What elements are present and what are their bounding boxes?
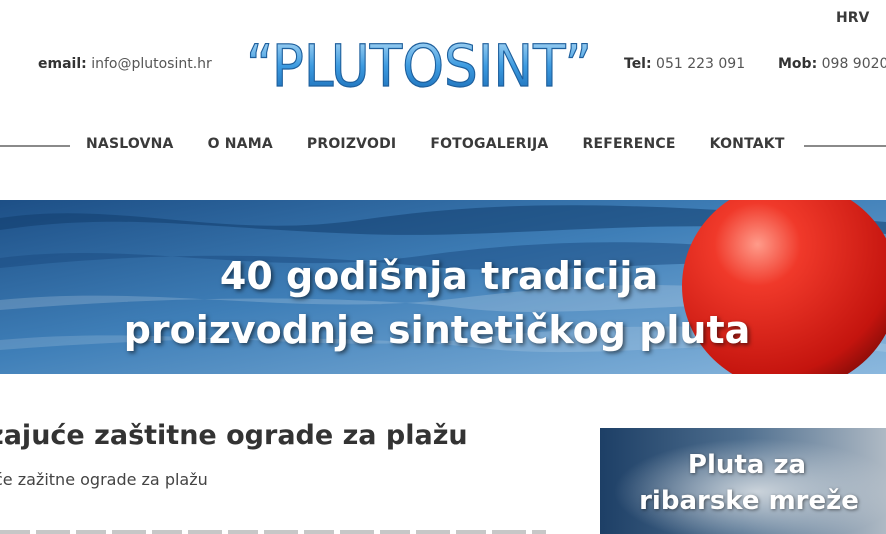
promo-card-image	[600, 428, 886, 534]
language-switch[interactable]: HRV	[836, 10, 869, 26]
nav-divider-right	[804, 145, 886, 147]
header-email[interactable]: email: info@plutosint.hr	[38, 56, 212, 72]
hero-banner: 40 godišnja tradicija proizvodnje sintet…	[0, 200, 886, 374]
article-title: zajuće zaštitne ograde za plažu	[0, 420, 468, 451]
sidebar-promo-card[interactable]: Pluta za ribarske mreže	[600, 428, 886, 534]
nav-item-o-nama[interactable]: O NAMA	[208, 136, 273, 152]
nav-item-kontakt[interactable]: KONTAKT	[710, 136, 785, 152]
nav-divider-left	[0, 145, 70, 147]
email-label: email:	[38, 56, 87, 72]
mob-label: Mob:	[778, 56, 818, 72]
mob-value[interactable]: 098 9020	[822, 56, 886, 72]
article-body-cropped	[0, 524, 546, 534]
header-phone[interactable]: Tel: 051 223 091	[624, 56, 745, 72]
article-subtitle: će zažitne ograde za plažu	[0, 470, 208, 489]
nav-item-proizvodi[interactable]: PROIZVODI	[307, 136, 396, 152]
nav-item-reference[interactable]: REFERENCE	[582, 136, 675, 152]
header-mobile[interactable]: Mob: 098 9020	[778, 56, 886, 72]
site-logo[interactable]: “PLUTOSINT”	[244, 30, 594, 94]
hero-title-line2: proizvodnje sintetičkog pluta	[123, 308, 751, 352]
nav-item-fotogalerija[interactable]: FOTOGALERIJA	[430, 136, 548, 152]
tel-value[interactable]: 051 223 091	[656, 56, 745, 72]
email-value[interactable]: info@plutosint.hr	[91, 56, 212, 72]
main-navigation: NASLOVNA O NAMA PROIZVODI FOTOGALERIJA R…	[86, 136, 785, 152]
promo-card-title-line2: ribarske mreže	[639, 486, 859, 516]
logo-text: “PLUTOSINT”	[246, 32, 592, 94]
tel-label: Tel:	[624, 56, 652, 72]
hero-title-line1: 40 godišnja tradicija	[219, 254, 659, 298]
promo-card-title-line1: Pluta za	[687, 450, 807, 480]
nav-item-naslovna[interactable]: NASLOVNA	[86, 136, 174, 152]
